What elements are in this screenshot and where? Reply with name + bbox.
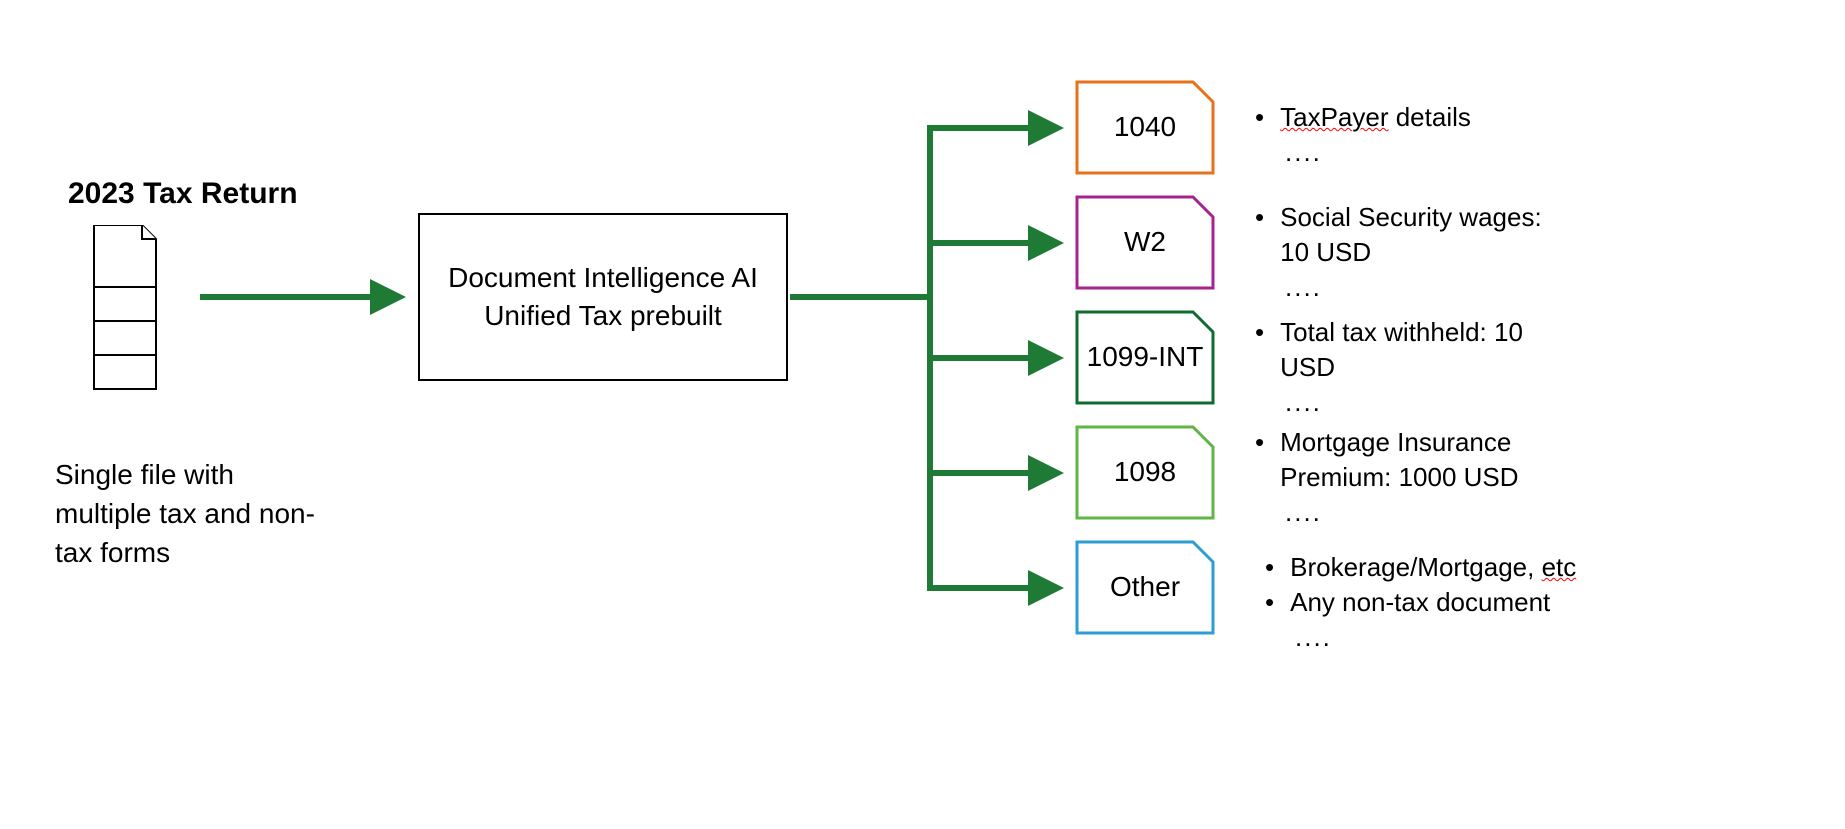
output-box-1098: 1098 xyxy=(1075,425,1215,520)
detail-item: Mortgage Insurance Premium: 1000 USD xyxy=(1255,425,1595,495)
details-1098: Mortgage Insurance Premium: 1000 USD ...… xyxy=(1255,425,1595,530)
details-other: Brokerage/Mortgage, etc Any non-tax docu… xyxy=(1265,550,1685,655)
processor-box: Document Intelligence AI Unified Tax pre… xyxy=(418,213,788,381)
output-box-other: Other xyxy=(1075,540,1215,635)
processor-line2: Unified Tax prebuilt xyxy=(448,297,758,335)
ellipsis: .... xyxy=(1285,385,1585,420)
details-w2: Social Security wages: 10 USD .... xyxy=(1255,200,1575,305)
detail-item: Brokerage/Mortgage, etc xyxy=(1265,550,1685,585)
detail-item: Social Security wages: 10 USD xyxy=(1255,200,1575,270)
detail-item: Total tax withheld: 10 USD xyxy=(1255,315,1585,385)
input-title: 2023 Tax Return xyxy=(68,177,298,211)
processor-line1: Document Intelligence AI xyxy=(448,259,758,297)
output-label-1040: 1040 xyxy=(1114,111,1176,143)
output-label-1099int: 1099-INT xyxy=(1087,341,1204,373)
ellipsis: .... xyxy=(1285,495,1595,530)
details-1099int: Total tax withheld: 10 USD .... xyxy=(1255,315,1585,420)
detail-item: TaxPayer details xyxy=(1255,100,1655,135)
output-label-other: Other xyxy=(1110,571,1180,603)
output-box-1099int: 1099-INT xyxy=(1075,310,1215,405)
ellipsis: .... xyxy=(1295,620,1685,655)
output-box-1040: 1040 xyxy=(1075,80,1215,175)
output-label-w2: W2 xyxy=(1124,226,1166,258)
output-label-1098: 1098 xyxy=(1114,456,1176,488)
ellipsis: .... xyxy=(1285,270,1575,305)
input-caption: Single file with multiple tax and non-ta… xyxy=(55,455,315,573)
document-stack-icon xyxy=(90,225,180,400)
details-1040: TaxPayer details .... xyxy=(1255,100,1655,170)
ellipsis: .... xyxy=(1285,135,1655,170)
output-box-w2: W2 xyxy=(1075,195,1215,290)
detail-item: Any non-tax document xyxy=(1265,585,1685,620)
